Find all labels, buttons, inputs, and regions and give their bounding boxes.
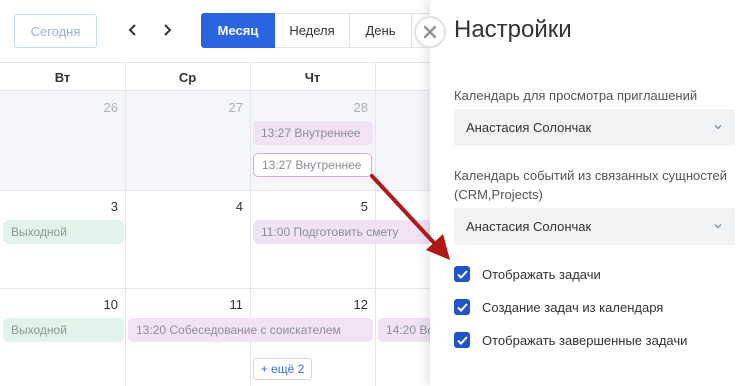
holiday-event[interactable]: Выходной xyxy=(3,318,124,342)
show-completed-label: Отображать завершенные задачи xyxy=(482,332,688,348)
calendar-event[interactable]: 13:20 Собеседование с соискателем xyxy=(128,318,373,342)
chevron-down-icon xyxy=(714,124,722,130)
view-switcher: Месяц Неделя День xyxy=(201,13,434,48)
panel-title: Настройки xyxy=(454,16,572,43)
calendar-event-selected[interactable]: 13:27 Внутреннее xyxy=(253,153,372,177)
show-tasks-label: Отображать задачи xyxy=(482,266,601,282)
grid-line xyxy=(125,62,126,386)
check-icon xyxy=(456,302,468,312)
day-number[interactable]: 12 xyxy=(338,297,368,312)
invite-calendar-select[interactable]: Анастасия Солончак xyxy=(454,109,735,146)
linked-calendar-select[interactable]: Анастасия Солончак xyxy=(454,208,735,245)
tab-month[interactable]: Месяц xyxy=(201,13,275,48)
show-completed-checkbox[interactable] xyxy=(454,332,470,348)
show-tasks-option[interactable]: Отображать задачи xyxy=(454,264,601,284)
invite-calendar-label: Календарь для просмотра приглашений xyxy=(454,88,698,103)
check-icon xyxy=(456,269,468,279)
linked-calendar-label: Календарь событий из связанных сущностей… xyxy=(454,168,728,202)
day-number[interactable]: 3 xyxy=(88,199,118,214)
close-panel-button[interactable] xyxy=(414,16,446,48)
day-number[interactable]: 27 xyxy=(213,100,243,115)
day-number[interactable]: 26 xyxy=(88,100,118,115)
close-icon xyxy=(424,26,436,38)
day-number[interactable]: 28 xyxy=(338,100,368,115)
settings-panel: Настройки Календарь для просмотра пригла… xyxy=(430,0,756,386)
weekday-tue: Вт xyxy=(54,69,71,85)
prev-period-button[interactable] xyxy=(123,20,143,40)
day-number[interactable]: 11 xyxy=(213,297,244,312)
calendar-event[interactable]: 14:20 Вс xyxy=(378,318,430,342)
more-events-button[interactable]: + ещё 2 xyxy=(253,358,312,380)
holiday-event[interactable]: Выходной xyxy=(3,220,124,244)
chevron-down-icon xyxy=(714,223,722,229)
tab-week[interactable]: Неделя xyxy=(275,13,350,48)
today-button[interactable]: Сегодня xyxy=(14,14,97,48)
calendar-event[interactable]: 13:27 Внутреннее xyxy=(253,121,373,145)
chevron-right-icon xyxy=(164,24,172,36)
show-completed-option[interactable]: Отображать завершенные задачи xyxy=(454,330,687,350)
day-number[interactable]: 5 xyxy=(338,199,368,214)
weekday-thu: Чт xyxy=(304,69,321,85)
show-tasks-checkbox[interactable] xyxy=(454,266,470,282)
linked-calendar-value: Анастасия Солончак xyxy=(466,219,592,234)
calendar-event[interactable]: 11:00 Подготовить смету xyxy=(253,220,430,244)
chevron-left-icon xyxy=(128,24,136,36)
day-number[interactable]: 4 xyxy=(213,199,243,214)
next-period-button[interactable] xyxy=(157,20,177,40)
create-tasks-option[interactable]: Создание задач из календаря xyxy=(454,297,663,317)
create-tasks-label: Создание задач из календаря xyxy=(482,299,664,315)
create-tasks-checkbox[interactable] xyxy=(454,299,470,315)
day-number[interactable]: 10 xyxy=(88,297,118,312)
weekday-wed: Ср xyxy=(178,69,197,85)
tab-day[interactable]: День xyxy=(350,13,412,48)
check-icon xyxy=(456,335,468,345)
invite-calendar-value: Анастасия Солончак xyxy=(466,120,592,135)
